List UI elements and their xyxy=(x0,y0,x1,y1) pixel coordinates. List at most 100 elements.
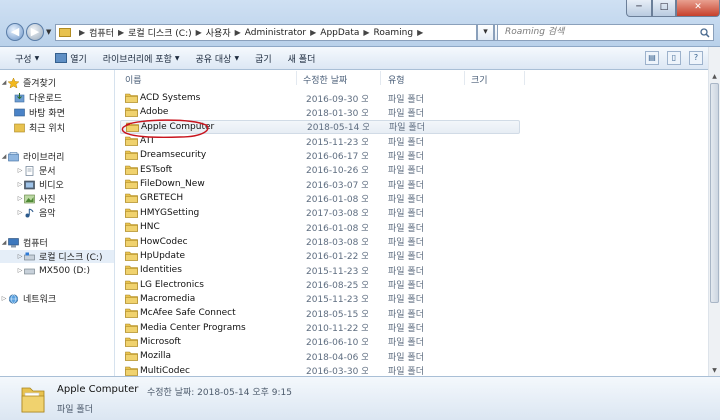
breadcrumb-separator[interactable]: ▶ xyxy=(310,28,316,37)
maximize-button[interactable]: □ xyxy=(652,0,676,17)
file-row[interactable]: GRETECH 2016-01-08 오전... 파일 폴더 xyxy=(120,191,520,205)
file-row[interactable]: ESTsoft 2016-10-26 오후... 파일 폴더 xyxy=(120,163,520,177)
vertical-scrollbar[interactable]: ▲ ▼ xyxy=(708,47,720,376)
breadcrumb-separator[interactable]: ▶ xyxy=(196,28,202,37)
breadcrumb-separator[interactable]: ▶ xyxy=(79,28,85,37)
file-date: 2018-05-15 오후... xyxy=(306,309,368,320)
back-button[interactable]: ◀ xyxy=(6,23,24,41)
expand-icon[interactable]: ▷ xyxy=(16,195,24,202)
search-input[interactable]: Roaming 검색 xyxy=(497,24,714,41)
file-name: GRETECH xyxy=(140,193,184,204)
file-row[interactable]: ACD Systems 2016-09-30 오전... 파일 폴더 xyxy=(120,91,520,105)
search-icon[interactable] xyxy=(700,28,710,38)
folder-icon xyxy=(59,28,71,37)
expand-icon[interactable]: ▷ xyxy=(16,209,24,216)
sidebar-item-pictures[interactable]: ▷ 사진 xyxy=(16,192,56,205)
file-row[interactable]: Adobe 2018-01-30 오전... 파일 폴더 xyxy=(120,105,520,119)
include-in-library-menu[interactable]: 라이브러리에 포함 ▼ xyxy=(103,52,180,65)
file-name: Dreamsecurity xyxy=(140,150,207,161)
file-row[interactable]: Media Center Programs 2010-11-22 오전... 파일 … xyxy=(120,321,520,335)
burn-button[interactable]: 굽기 xyxy=(255,52,272,65)
preview-pane-icon[interactable]: ▯ xyxy=(667,51,681,65)
sidebar-item-mx500[interactable]: ▷ MX500 (D:) xyxy=(0,264,90,277)
share-with-label: 공유 대상 xyxy=(195,54,232,65)
file-row[interactable]: HMYGSetting 2017-03-08 오후... 파일 폴더 xyxy=(120,206,520,220)
sidebar-item-music[interactable]: ▷ 음악 xyxy=(16,206,56,219)
file-row[interactable]: Identities 2015-11-23 오전... 파일 폴더 xyxy=(120,263,520,277)
breadcrumb-users[interactable]: 사용자 xyxy=(206,26,231,39)
file-row[interactable]: HowCodec 2018-03-08 오후... 파일 폴더 xyxy=(120,235,520,249)
breadcrumb-local-disk[interactable]: 로컬 디스크 (C:) xyxy=(128,26,191,39)
recent-pages-dropdown[interactable]: ▼ xyxy=(46,28,51,36)
column-divider[interactable] xyxy=(524,71,525,85)
file-row[interactable]: LG Electronics 2016-08-25 오전... 파일 폴더 xyxy=(120,278,520,292)
sidebar-item-libraries[interactable]: ◢ 라이브러리 xyxy=(0,150,64,163)
column-header-size[interactable]: 크기 xyxy=(471,73,488,86)
open-button[interactable]: 열기 xyxy=(55,52,87,65)
breadcrumb-separator[interactable]: ▶ xyxy=(417,28,423,37)
file-row[interactable]: MultiCodec 2016-03-30 오전... 파일 폴더 xyxy=(120,364,520,376)
sidebar-item-favorites[interactable]: ◢ 즐겨찾기 xyxy=(0,76,56,89)
sidebar-label: 다운로드 xyxy=(29,94,63,104)
column-divider[interactable] xyxy=(380,71,381,85)
new-folder-button[interactable]: 새 폴더 xyxy=(288,52,316,65)
sidebar-item-documents[interactable]: ▷ 문서 xyxy=(16,164,56,177)
column-header-type[interactable]: 유형 xyxy=(388,73,405,86)
file-row[interactable]: HpUpdate 2016-01-22 오후... 파일 폴더 xyxy=(120,249,520,263)
expand-icon[interactable]: ▷ xyxy=(16,167,24,174)
file-row[interactable]: Dreamsecurity 2016-06-17 오전... 파일 폴더 xyxy=(120,148,520,162)
file-date: 2016-08-25 오전... xyxy=(306,281,368,292)
sidebar-item-local-disk[interactable]: ▷ 로컬 디스크 (C:) xyxy=(0,250,114,263)
breadcrumb-computer[interactable]: 컴퓨터 xyxy=(89,26,114,39)
sidebar-label: 컴퓨터 xyxy=(23,239,48,249)
collapse-icon[interactable]: ◢ xyxy=(0,239,8,246)
scroll-down-icon[interactable]: ▼ xyxy=(709,365,720,376)
file-type: 파일 폴더 xyxy=(388,252,424,263)
file-date: 2018-05-14 오후... xyxy=(307,123,369,134)
sidebar-item-desktop[interactable]: 바탕 화면 xyxy=(14,106,65,119)
address-bar[interactable]: ▶ 컴퓨터 ▶ 로컬 디스크 (C:) ▶ 사용자 ▶ Administrato… xyxy=(55,24,477,41)
file-row[interactable]: Microsoft 2016-06-10 오전... 파일 폴더 xyxy=(120,335,520,349)
close-button[interactable]: ✕ xyxy=(676,0,720,17)
sidebar-label: 로컬 디스크 (C:) xyxy=(39,253,103,263)
file-name: FileDown_New xyxy=(140,179,205,190)
file-row[interactable]: HNC 2016-01-08 오전... 파일 폴더 xyxy=(120,220,520,234)
minimize-button[interactable]: ─ xyxy=(626,0,652,17)
file-row[interactable]: FileDown_New 2016-03-07 오전... 파일 폴더 xyxy=(120,177,520,191)
expand-icon[interactable]: ▷ xyxy=(0,295,8,302)
column-header-date[interactable]: 수정한 날짜 xyxy=(303,73,347,86)
breadcrumb-separator[interactable]: ▶ xyxy=(235,28,241,37)
sidebar-item-recent[interactable]: 최근 위치 xyxy=(14,121,65,134)
address-dropdown-button[interactable]: ▾ xyxy=(477,24,494,41)
organize-menu[interactable]: 구성 ▼ xyxy=(15,52,39,65)
column-divider[interactable] xyxy=(464,71,465,85)
breadcrumb-roaming[interactable]: Roaming xyxy=(374,28,414,38)
breadcrumb-administrator[interactable]: Administrator xyxy=(245,28,306,38)
sidebar-item-computer[interactable]: ◢ 컴퓨터 xyxy=(0,236,48,249)
share-with-menu[interactable]: 공유 대상 ▼ xyxy=(195,52,239,65)
collapse-icon[interactable]: ◢ xyxy=(0,153,8,160)
column-divider[interactable] xyxy=(296,71,297,85)
sidebar-item-videos[interactable]: ▷ 비디오 xyxy=(16,178,64,191)
expand-icon[interactable]: ▷ xyxy=(16,253,24,260)
file-date: 2016-03-07 오전... xyxy=(306,180,368,191)
column-header-name[interactable]: 이름 xyxy=(125,73,142,86)
expand-icon[interactable]: ▷ xyxy=(16,267,24,274)
file-row[interactable]: McAfee Safe Connect 2018-05-15 오후... 파일 폴더 xyxy=(120,306,520,320)
file-row[interactable]: Mozilla 2018-04-06 오후... 파일 폴더 xyxy=(120,349,520,363)
breadcrumb-separator[interactable]: ▶ xyxy=(118,28,124,37)
expand-icon[interactable]: ▷ xyxy=(16,181,24,188)
view-options-icon[interactable]: ▤ xyxy=(645,51,659,65)
sidebar-item-network[interactable]: ▷ 네트워크 xyxy=(0,292,56,305)
file-date: 2016-06-10 오전... xyxy=(306,338,368,349)
sidebar-item-downloads[interactable]: 다운로드 xyxy=(14,91,62,104)
breadcrumb-separator[interactable]: ▶ xyxy=(363,28,369,37)
file-row[interactable]: Macromedia 2015-11-23 오전... 파일 폴더 xyxy=(120,292,520,306)
breadcrumb-appdata[interactable]: AppData xyxy=(320,28,359,38)
folder-icon xyxy=(125,351,138,362)
scroll-thumb[interactable] xyxy=(710,83,719,303)
scroll-up-icon[interactable]: ▲ xyxy=(709,71,720,82)
forward-button[interactable]: ▶ xyxy=(26,23,44,41)
help-icon[interactable]: ? xyxy=(689,51,703,65)
collapse-icon[interactable]: ◢ xyxy=(0,79,8,86)
